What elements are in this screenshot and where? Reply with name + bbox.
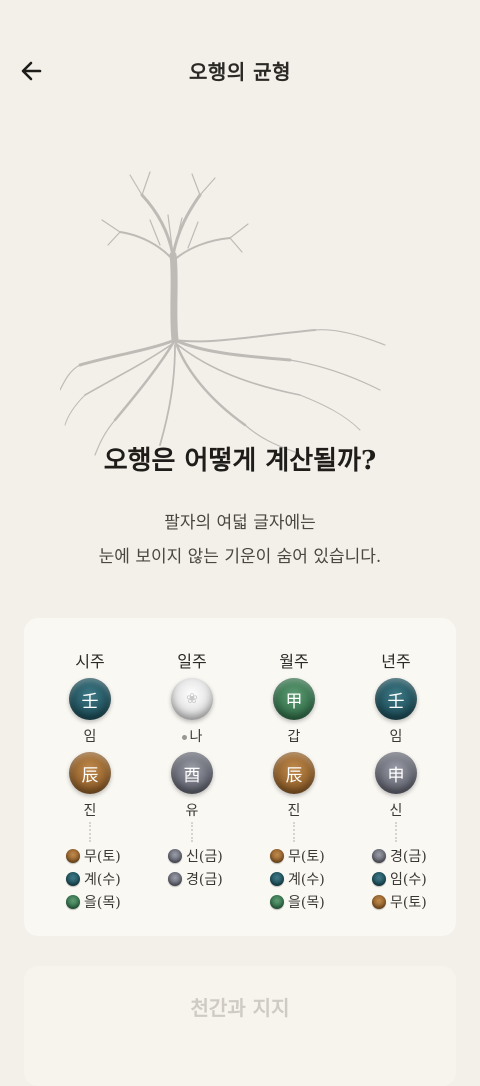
stem-reading: 갑 bbox=[287, 729, 301, 745]
intro-line-1: 팔자의 여덟 글자에는 bbox=[164, 513, 316, 533]
stem-orb: 壬 bbox=[375, 678, 417, 720]
page-title: 오행의 균형 bbox=[189, 60, 291, 84]
element-dot-icon bbox=[168, 848, 182, 863]
hidden-stems: 경(금) 임(수) 무(토) bbox=[372, 844, 427, 913]
pillar-day: 일주 ❀ 나 酉 유 신(금) 경(금) bbox=[138, 618, 246, 936]
stem-reading: 임 bbox=[389, 729, 403, 745]
element-dot-icon bbox=[270, 894, 284, 909]
pillar-label: 시주 bbox=[75, 652, 105, 671]
hidden-stem-text: 경(금) bbox=[186, 871, 223, 888]
stem-reading-wrap: 나 bbox=[138, 726, 246, 746]
branch-orb: 辰 bbox=[69, 752, 111, 794]
hidden-stem-text: 무(토) bbox=[84, 848, 121, 865]
branch-char: 申 bbox=[387, 765, 405, 786]
intro-line-2: 눈에 보이지 않는 기운이 숨어 있습니다. bbox=[98, 547, 382, 567]
header: 오행의 균형 bbox=[0, 0, 480, 140]
hidden-stem-text: 무(토) bbox=[390, 894, 427, 911]
branch-reading: 신 bbox=[389, 803, 403, 819]
branch-orb: 申 bbox=[375, 752, 417, 794]
hidden-stems: 신(금) 경(금) bbox=[168, 844, 223, 890]
hidden-stem-item: 무(토) bbox=[66, 844, 121, 867]
hidden-stem-item: 무(토) bbox=[372, 890, 427, 913]
stem-char: 壬 bbox=[387, 691, 405, 712]
hidden-stem-item: 계(수) bbox=[270, 867, 325, 890]
connector-dots bbox=[395, 822, 399, 842]
element-dot-icon bbox=[168, 871, 182, 886]
stem-char: 甲 bbox=[285, 691, 303, 712]
branch-orb: 酉 bbox=[171, 752, 213, 794]
stem-reading: 임 bbox=[83, 729, 97, 745]
element-dot-icon bbox=[66, 848, 80, 863]
pillar-label: 월주 bbox=[279, 652, 309, 671]
branch-reading: 진 bbox=[287, 803, 301, 819]
branch-char: 辰 bbox=[81, 765, 99, 786]
self-dot-icon bbox=[181, 734, 187, 740]
connector-dots bbox=[89, 822, 93, 842]
self-orb: ❀ bbox=[171, 678, 213, 720]
hidden-stem-text: 무(토) bbox=[288, 848, 325, 865]
branch-reading: 진 bbox=[83, 803, 97, 819]
hidden-stem-text: 경(금) bbox=[390, 848, 427, 865]
hidden-stem-text: 을(목) bbox=[84, 894, 121, 911]
flower-icon: ❀ bbox=[186, 691, 198, 707]
branch-char: 辰 bbox=[285, 765, 303, 786]
hidden-stem-item: 경(금) bbox=[168, 867, 223, 890]
hidden-stem-item: 을(목) bbox=[270, 890, 325, 913]
hidden-stem-item: 을(목) bbox=[66, 890, 121, 913]
hidden-stem-item: 경(금) bbox=[372, 844, 427, 867]
connector-dots bbox=[293, 822, 297, 842]
element-dot-icon bbox=[66, 894, 80, 909]
element-dot-icon bbox=[270, 871, 284, 886]
element-dot-icon bbox=[66, 871, 80, 886]
hidden-stem-item: 임(수) bbox=[372, 867, 427, 890]
connector-dots bbox=[191, 822, 195, 842]
pillar-label: 년주 bbox=[381, 652, 411, 671]
stem-orb: 甲 bbox=[273, 678, 315, 720]
tree-illustration bbox=[60, 171, 386, 456]
hidden-stem-item: 계(수) bbox=[66, 867, 121, 890]
hidden-stem-item: 무(토) bbox=[270, 844, 325, 867]
hidden-stem-text: 계(수) bbox=[84, 871, 121, 888]
hidden-stem-text: 을(목) bbox=[288, 894, 325, 911]
pillar-label: 일주 bbox=[177, 652, 207, 671]
headline: 오행은 어떻게 계산될까? bbox=[103, 446, 377, 476]
branch-char: 酉 bbox=[183, 765, 201, 786]
pillar-month: 월주 甲 갑 辰 진 무(토) 계(수) 을(목) bbox=[240, 618, 348, 936]
pillar-year: 년주 壬 임 申 신 경(금) 임(수) 무(토) bbox=[342, 618, 450, 936]
stem-reading: 나 bbox=[189, 729, 203, 745]
element-dot-icon bbox=[372, 848, 386, 863]
hidden-stem-text: 임(수) bbox=[390, 871, 427, 888]
hidden-stem-text: 계(수) bbox=[288, 871, 325, 888]
hidden-stems: 무(토) 계(수) 을(목) bbox=[66, 844, 121, 913]
hidden-stems: 무(토) 계(수) 을(목) bbox=[270, 844, 325, 913]
stem-char: 壬 bbox=[81, 691, 99, 712]
next-section-title: 천간과 지지 bbox=[190, 996, 290, 1020]
pillar-hour: 시주 壬 임 辰 진 무(토) 계(수) 을(목) bbox=[36, 618, 144, 936]
branch-reading: 유 bbox=[185, 803, 199, 819]
branch-orb: 辰 bbox=[273, 752, 315, 794]
hidden-stem-item: 신(금) bbox=[168, 844, 223, 867]
next-section-card[interactable] bbox=[24, 966, 456, 1086]
stem-orb: 壬 bbox=[69, 678, 111, 720]
element-dot-icon bbox=[270, 848, 284, 863]
hidden-stem-text: 신(금) bbox=[186, 848, 223, 865]
pillars-card: 시주 壬 임 辰 진 무(토) 계(수) 을(목) 일주 ❀ 나 酉 유 신(금) 경… bbox=[24, 618, 456, 936]
element-dot-icon bbox=[372, 894, 386, 909]
element-dot-icon bbox=[372, 871, 386, 886]
